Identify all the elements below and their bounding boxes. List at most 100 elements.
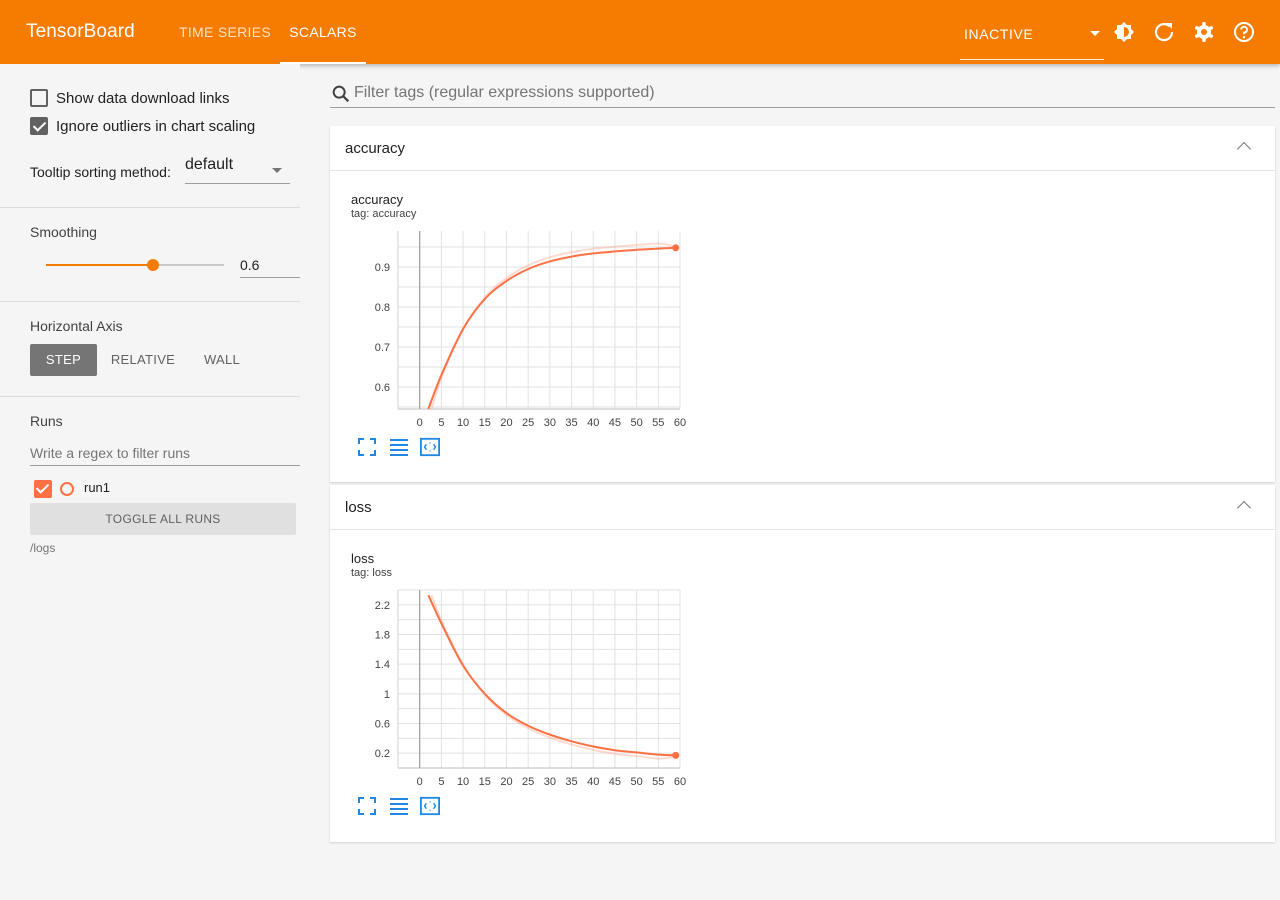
horizontal-axis-title: Horizontal Axis [30, 318, 123, 334]
data-table-icon[interactable] [389, 796, 409, 816]
show-download-links-label: Show data download links [56, 89, 230, 107]
chart-tag: tag: accuracy [351, 208, 417, 220]
x-tick-label: 15 [479, 776, 491, 788]
y-tick-label: 1.8 [375, 630, 390, 642]
y-tick-label: 0.7 [375, 342, 390, 354]
x-tick-label: 25 [522, 417, 534, 429]
help-icon[interactable] [1232, 20, 1256, 44]
ignore-outliers-checkbox[interactable] [30, 117, 48, 135]
x-tick-label: 45 [609, 417, 621, 429]
x-tick-label: 60 [674, 417, 686, 429]
ignore-outliers-option[interactable]: Ignore outliers in chart scaling [30, 117, 255, 135]
runs-title: Runs [30, 413, 63, 429]
x-tick-label: 25 [522, 776, 534, 788]
x-tick-label: 5 [438, 417, 444, 429]
data-table-icon[interactable] [389, 437, 409, 457]
chevron-down-icon [272, 168, 282, 173]
tab-time-series[interactable]: TIME SERIES [176, 0, 274, 64]
series-line-run1 [427, 246, 676, 410]
sidebar: Show data download links Ignore outliers… [0, 64, 300, 900]
x-tick-label: 20 [500, 776, 512, 788]
show-download-links-checkbox[interactable] [30, 89, 48, 107]
show-download-links-option[interactable]: Show data download links [30, 89, 229, 107]
x-tick-label: 5 [438, 776, 444, 788]
toggle-all-runs-button[interactable]: TOGGLE ALL RUNS [30, 503, 296, 535]
smoothing-slider[interactable] [46, 259, 224, 271]
chart-tag: tag: loss [351, 567, 392, 579]
app-title: TensorBoard [26, 21, 135, 42]
y-tick-label: 0.6 [375, 382, 390, 394]
smoothing-value-input[interactable]: 0.6 [240, 254, 300, 278]
loss-card-header[interactable]: loss [330, 485, 1275, 530]
y-tick-label: 0.8 [375, 302, 390, 314]
last-point-marker [672, 244, 680, 252]
y-tick-label: 2.2 [375, 600, 390, 612]
settings-icon[interactable] [1192, 20, 1216, 44]
run1-color-swatch[interactable] [60, 482, 74, 496]
tag-filter-input[interactable]: Filter tags (regular expressions support… [330, 80, 1275, 108]
fullscreen-icon[interactable] [357, 437, 377, 457]
chevron-up-icon[interactable] [1236, 500, 1252, 516]
raw-series-line [430, 242, 679, 410]
chevron-up-icon[interactable] [1236, 141, 1252, 157]
fit-domain-icon[interactable] [420, 796, 440, 816]
loss-card: loss loss tag: loss 0.2 0.6 1 1.4 1.8 2.2 0 5 10… [330, 485, 1275, 842]
tag-filter-placeholder: Filter tags (regular expressions support… [354, 84, 655, 101]
tooltip-sorting-select[interactable]: default [185, 156, 290, 184]
axis-step-button[interactable]: STEP [30, 344, 97, 376]
y-tick-label: 1.4 [375, 659, 390, 671]
last-point-marker [672, 751, 680, 759]
card-title: loss [345, 499, 372, 516]
y-tick-label: 0.2 [375, 748, 390, 760]
reload-icon[interactable] [1152, 20, 1176, 44]
run1-label: run1 [84, 480, 111, 495]
top-app-bar: TensorBoard TIME SERIES SCALARS INACTIVE [0, 0, 1280, 64]
x-tick-label: 20 [500, 417, 512, 429]
y-tick-label: 0.6 [375, 719, 390, 731]
accuracy-chart[interactable]: 0.6 0.7 0.8 0.9 0 5 10 15 20 25 30 35 40 45 50 55 60 [350, 226, 690, 436]
smoothing-slider-fill [46, 264, 153, 266]
y-tick-label: 0.9 [375, 262, 390, 274]
search-icon [332, 85, 350, 103]
divider [0, 207, 300, 208]
accuracy-card: accuracy accuracy tag: accuracy 0.6 0.7 0.… [330, 126, 1275, 482]
theme-icon[interactable] [1112, 20, 1136, 44]
x-tick-label: 55 [652, 417, 664, 429]
ignore-outliers-label: Ignore outliers in chart scaling [56, 117, 256, 135]
x-tick-label: 55 [652, 776, 664, 788]
tab-scalars[interactable]: SCALARS [280, 0, 366, 64]
x-tick-label: 0 [417, 417, 423, 429]
divider [0, 396, 300, 397]
smoothing-title: Smoothing [30, 224, 97, 240]
chart-title: accuracy [351, 192, 404, 207]
logdir-label: /logs [30, 541, 56, 555]
x-tick-label: 40 [587, 417, 599, 429]
smoothing-slider-thumb[interactable] [146, 259, 159, 271]
runs-filter-input[interactable]: Write a regex to filter runs [30, 442, 300, 466]
status-dropdown[interactable]: INACTIVE [960, 14, 1104, 60]
x-tick-label: 60 [674, 776, 686, 788]
fullscreen-icon[interactable] [357, 796, 377, 816]
x-tick-label: 40 [587, 776, 599, 788]
x-tick-label: 0 [417, 776, 423, 788]
tooltip-sorting-label: Tooltip sorting method: [30, 164, 171, 180]
card-title: accuracy [345, 140, 406, 157]
x-tick-label: 10 [457, 776, 469, 788]
chevron-down-icon [1090, 31, 1100, 36]
x-tick-label: 30 [544, 417, 556, 429]
fit-domain-icon[interactable] [420, 437, 440, 457]
x-tick-label: 30 [544, 776, 556, 788]
tooltip-sorting-value: default [185, 156, 234, 173]
status-dropdown-value: INACTIVE [964, 26, 1034, 42]
run1-checkbox[interactable] [34, 480, 52, 498]
axis-wall-button[interactable]: WALL [195, 344, 249, 376]
x-tick-label: 15 [479, 417, 491, 429]
chart-title: loss [351, 551, 375, 566]
divider [0, 301, 300, 302]
x-tick-label: 50 [630, 417, 642, 429]
x-tick-label: 50 [630, 776, 642, 788]
axis-relative-button[interactable]: RELATIVE [107, 344, 179, 376]
x-tick-label: 35 [565, 417, 577, 429]
loss-chart[interactable]: 0.2 0.6 1 1.4 1.8 2.2 0 5 10 15 20 25 30 35 40 45 50 55 60 [350, 585, 690, 795]
accuracy-card-header[interactable]: accuracy [330, 126, 1275, 171]
